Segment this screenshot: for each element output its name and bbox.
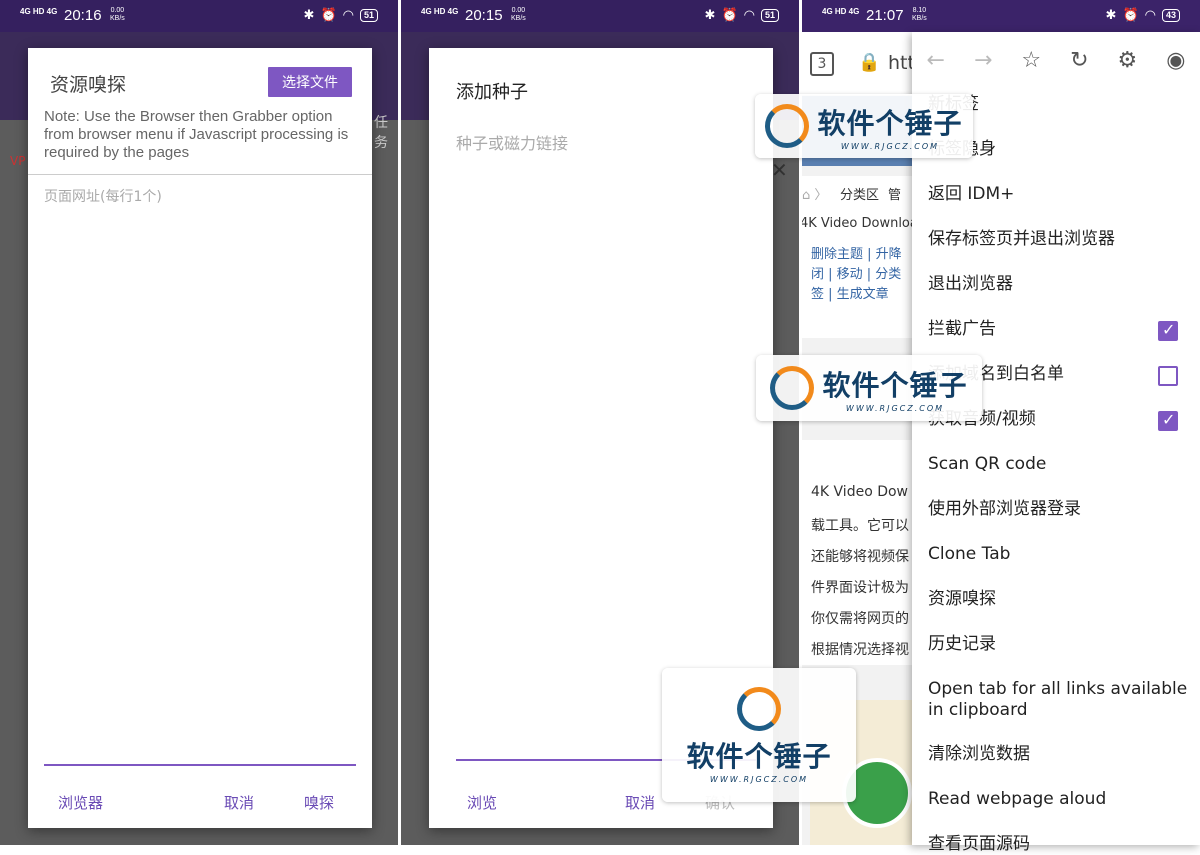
status-time: 20:15 [465, 7, 503, 24]
bluetooth-icon: ✱ [303, 7, 315, 22]
checkbox-unchecked[interactable] [1158, 366, 1178, 386]
checkbox-checked[interactable] [1158, 320, 1178, 341]
body-line: 你仅需将网页的 [811, 611, 909, 627]
dialog-title: 资源嗅探 [50, 74, 127, 96]
star-icon[interactable]: ☆ [1021, 48, 1041, 73]
dialog-title: 添加种子 [456, 82, 528, 103]
watermark-logo-icon [737, 686, 781, 731]
menu-item[interactable]: 历史记录 [928, 634, 996, 655]
torrent-input[interactable]: 种子或磁力链接 [456, 130, 756, 750]
alarm-icon: ⏰ [1122, 7, 1139, 22]
torrent-placeholder: 种子或磁力链接 [456, 134, 569, 153]
bluetooth-icon: ✱ [1105, 7, 1117, 22]
status-icons: ✱ ⏰ ◠ 51 [304, 7, 378, 23]
watermark-url: WWW.RJGCZ.COM [709, 774, 809, 784]
battery-icon: 51 [359, 8, 378, 22]
bg-task-label: 任务 [374, 115, 388, 151]
browse-button[interactable]: 浏览 [467, 792, 497, 813]
menu-item[interactable]: Clone Tab [928, 544, 1010, 565]
wifi-icon: ◠ [1144, 7, 1156, 22]
sniff-dialog: 资源嗅探 选择文件 Note: Use the Browser then Gra… [28, 48, 372, 828]
input-underline [44, 764, 356, 766]
watermark-logo-icon [770, 366, 815, 410]
watermark-name: 软件个锤子 [822, 368, 968, 402]
network-speed: 0.00 KB/s [110, 7, 125, 22]
divider [28, 174, 372, 175]
menu-item[interactable]: 拦截广告 [928, 319, 996, 340]
status-bar: 4G HD 4G 21:07 8.10 KB/s ✱ ⏰ ◠ 43 [802, 0, 1200, 32]
wifi-icon: ◠ [342, 7, 354, 22]
cancel-button[interactable]: 取消 [625, 792, 655, 813]
alarm-icon: ⏰ [320, 7, 337, 22]
watermark-name: 软件个锤子 [817, 106, 963, 140]
wifi-icon: ◠ [743, 7, 755, 22]
battery-icon: 43 [1161, 8, 1180, 22]
watermark-name: 软件个锤子 [686, 739, 832, 773]
url-bar[interactable]: htt [888, 52, 915, 74]
watermark-url: WWW.RJGCZ.COM [845, 403, 945, 413]
breadcrumb-item-2[interactable]: 管 [888, 184, 901, 203]
reload-icon[interactable]: ↻ [1070, 48, 1088, 73]
forward-icon[interactable]: → [974, 48, 992, 73]
menu-item[interactable]: 返回 IDM+ [928, 184, 1014, 205]
note-text: Note: Use the Browser then Grabber optio… [44, 108, 349, 161]
home-icon[interactable]: ⌂ 〉 [802, 184, 827, 203]
gear-icon[interactable]: ⚙ [1118, 48, 1138, 73]
choose-file-button[interactable]: 选择文件 [268, 67, 352, 97]
body-line: 4K Video Dow [811, 484, 909, 500]
screen-resource-sniff: 4G HD 4G 20:16 0.00 KB/s ✱ ⏰ ◠ 51 VP 任务 … [0, 0, 398, 845]
network-speed: 0.00 KB/s [511, 7, 526, 22]
menu-item[interactable]: Scan QR code [928, 454, 1046, 475]
watermark-logo-icon [765, 104, 810, 148]
browser-button[interactable]: 浏览器 [58, 792, 103, 813]
network-speed: 8.10 KB/s [912, 7, 927, 22]
menu-item[interactable]: 退出浏览器 [928, 274, 1013, 295]
network-indicator: 4G HD 4G [20, 7, 58, 16]
menu-item[interactable]: 资源嗅探 [928, 589, 996, 610]
watermark: 软件个锤子 WWW.RJGCZ.COM [662, 668, 856, 802]
body-line: 件界面设计极为 [811, 580, 909, 596]
admin-actions[interactable]: 删除主题 | 升降 [811, 243, 902, 262]
lock-icon: 🔒 [858, 52, 881, 73]
network-indicator: 4G HD 4G [822, 7, 860, 16]
breadcrumb-item[interactable]: 分类区 [840, 184, 879, 203]
cancel-button[interactable]: 取消 [224, 792, 254, 813]
watermark-url: WWW.RJGCZ.COM [840, 141, 940, 151]
network-indicator: 4G HD 4G [421, 7, 459, 16]
menu-item[interactable]: Read webpage aloud [928, 789, 1106, 810]
post-title: 4K Video Downloa [802, 216, 918, 231]
status-time: 20:16 [64, 7, 102, 24]
admin-actions[interactable]: 闭 | 移动 | 分类 [811, 263, 901, 282]
menu-item[interactable]: Open tab for all links available in clip… [928, 679, 1187, 721]
body-line: 根据情况选择视 [811, 642, 909, 658]
watermark: 软件个锤子 WWW.RJGCZ.COM [756, 355, 982, 421]
status-bar: 4G HD 4G 20:16 0.00 KB/s ✱ ⏰ ◠ 51 [0, 0, 398, 32]
checkbox-checked[interactable] [1158, 410, 1178, 431]
status-icons: ✱ ⏰ ◠ 51 [705, 7, 779, 23]
sniff-button[interactable]: 嗅探 [304, 792, 334, 813]
admin-actions[interactable]: 签 | 生成文章 [811, 283, 889, 302]
battery-icon: 51 [760, 8, 779, 22]
tab-count[interactable]: 3 [810, 52, 834, 76]
watermark: 软件个锤子 WWW.RJGCZ.COM [755, 94, 973, 158]
menu-item[interactable]: 清除浏览数据 [928, 744, 1030, 765]
back-icon[interactable]: ← [927, 48, 945, 73]
menu-item[interactable]: 使用外部浏览器登录 [928, 499, 1081, 520]
eye-icon[interactable]: ◉ [1166, 48, 1185, 73]
body-line: 载工具。它可以 [811, 518, 909, 534]
bluetooth-icon: ✱ [704, 7, 716, 22]
url-placeholder: 页面网址(每行1个) [44, 189, 162, 205]
url-input[interactable]: 页面网址(每行1个) [44, 186, 356, 756]
close-icon[interactable]: ✕ [771, 158, 788, 182]
status-bar: 4G HD 4G 20:15 0.00 KB/s ✱ ⏰ ◠ 51 [401, 0, 799, 32]
status-icons: ✱ ⏰ ◠ 43 [1106, 7, 1180, 23]
alarm-icon: ⏰ [721, 7, 738, 22]
body-line: 还能够将视频保 [811, 549, 909, 565]
bg-vp-label: VP [10, 154, 26, 168]
menu-item[interactable]: 保存标签页并退出浏览器 [928, 229, 1115, 250]
menu-toolbar: ← → ☆ ↻ ⚙ ◉ [912, 32, 1200, 88]
status-time: 21:07 [866, 7, 904, 24]
